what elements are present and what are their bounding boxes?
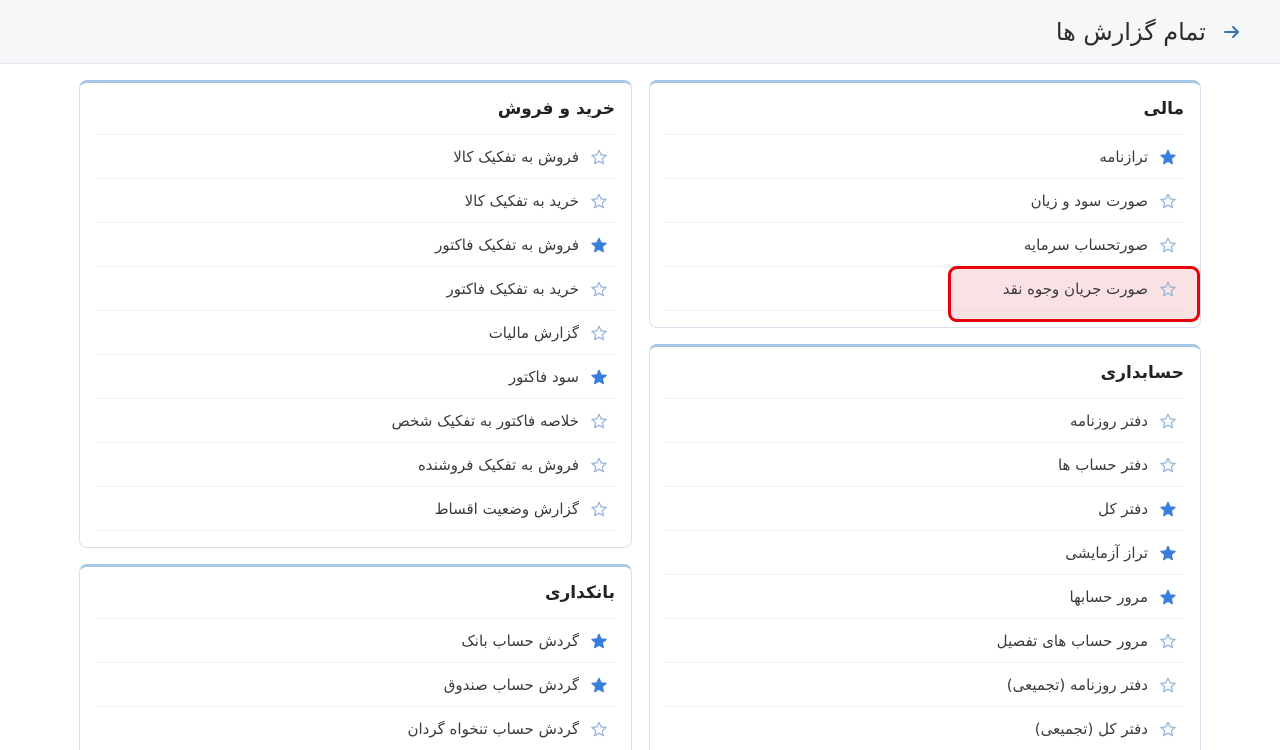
report-item-cash-box-turnover[interactable]: گردش حساب صندوق bbox=[96, 663, 615, 707]
star-filled-icon[interactable] bbox=[591, 677, 607, 693]
star-outline-icon[interactable] bbox=[1160, 457, 1176, 473]
report-item-label: ترازنامه bbox=[1099, 147, 1148, 166]
report-item-trial-balance[interactable]: تراز آزمایشی bbox=[666, 531, 1184, 575]
report-item-label: فروش به تفکیک فروشنده bbox=[417, 455, 579, 474]
star-filled-icon[interactable] bbox=[1160, 589, 1176, 605]
star-outline-icon[interactable] bbox=[591, 281, 607, 297]
report-item-label: تراز آزمایشی bbox=[1065, 543, 1148, 562]
report-item-label: فروش به تفکیک کالا bbox=[453, 147, 579, 166]
report-item-capital-statement[interactable]: صورتحساب سرمایه bbox=[666, 223, 1184, 267]
report-item-journal[interactable]: دفتر روزنامه bbox=[666, 399, 1184, 443]
card-title: حسابداری bbox=[666, 347, 1184, 399]
report-item-label: سود فاکتور bbox=[508, 367, 579, 386]
report-item-label: مرور حساب های تفصیل bbox=[996, 631, 1148, 650]
report-item-label: گزارش وضعیت اقساط bbox=[434, 499, 579, 518]
report-item-balance-sheet[interactable]: ترازنامه bbox=[666, 135, 1184, 179]
card-title: بانکداری bbox=[96, 567, 615, 619]
card-kharid-forosh: خرید و فروش فروش به تفکیک کالا خرید به ت… bbox=[79, 80, 632, 548]
star-outline-icon[interactable] bbox=[1160, 193, 1176, 209]
report-item-cash-flow[interactable]: صورت جریان وجوه نقد bbox=[666, 266, 1200, 322]
card-title: مالی bbox=[666, 83, 1184, 135]
report-item-tax-report[interactable]: گزارش مالیات bbox=[96, 311, 615, 355]
star-filled-icon[interactable] bbox=[591, 237, 607, 253]
report-item-sales-by-seller[interactable]: فروش به تفکیک فروشنده bbox=[96, 443, 615, 487]
star-outline-icon[interactable] bbox=[1160, 633, 1176, 649]
arrow-right-icon bbox=[1224, 25, 1239, 38]
report-item-general-ledger-aggregate[interactable]: دفتر کل (تجمیعی) bbox=[666, 707, 1184, 750]
star-outline-icon[interactable] bbox=[591, 501, 607, 517]
report-item-accounts-ledger[interactable]: دفتر حساب ها bbox=[666, 443, 1184, 487]
report-item-label: فروش به تفکیک فاکتور bbox=[435, 235, 579, 254]
star-filled-icon[interactable] bbox=[1160, 545, 1176, 561]
card-title: خرید و فروش bbox=[96, 83, 615, 135]
report-item-label: گزارش مالیات bbox=[488, 323, 579, 342]
report-item-label: دفتر حساب ها bbox=[1057, 455, 1148, 474]
back-button[interactable] bbox=[1220, 20, 1244, 44]
report-item-label: صورت سود و زیان bbox=[1030, 191, 1148, 210]
star-outline-icon[interactable] bbox=[591, 413, 607, 429]
report-item-label: صورت جریان وجوه نقد bbox=[1002, 279, 1148, 298]
report-item-label: خرید به تفکیک فاکتور bbox=[446, 279, 579, 298]
report-item-purchase-by-invoice[interactable]: خرید به تفکیک فاکتور bbox=[96, 267, 615, 311]
report-item-label: گردش حساب بانک bbox=[461, 631, 579, 650]
star-filled-icon[interactable] bbox=[1160, 149, 1176, 165]
report-item-purchase-by-product[interactable]: خرید به تفکیک کالا bbox=[96, 179, 615, 223]
report-item-profit-loss[interactable]: صورت سود و زیان bbox=[666, 179, 1184, 223]
star-outline-icon[interactable] bbox=[591, 457, 607, 473]
report-item-detail-accounts-review[interactable]: مرور حساب های تفصیل bbox=[666, 619, 1184, 663]
report-item-petty-cash-turnover[interactable]: گردش حساب تنخواه گردان bbox=[96, 707, 615, 750]
star-outline-icon[interactable] bbox=[1160, 413, 1176, 429]
report-item-accounts-review[interactable]: مرور حسابها bbox=[666, 575, 1184, 619]
report-item-label: خرید به تفکیک کالا bbox=[464, 191, 579, 210]
report-item-invoice-summary-by-person[interactable]: خلاصه فاکتور به تفکیک شخص bbox=[96, 399, 615, 443]
report-item-label: مرور حسابها bbox=[1069, 587, 1148, 606]
report-item-invoice-profit[interactable]: سود فاکتور bbox=[96, 355, 615, 399]
report-item-label: دفتر کل (تجمیعی) bbox=[1034, 719, 1148, 738]
star-filled-icon[interactable] bbox=[1160, 501, 1176, 517]
report-item-installments-status[interactable]: گزارش وضعیت اقساط bbox=[96, 487, 615, 531]
star-outline-icon[interactable] bbox=[1160, 677, 1176, 693]
star-outline-icon[interactable] bbox=[591, 193, 607, 209]
report-item-general-ledger[interactable]: دفتر کل bbox=[666, 487, 1184, 531]
star-outline-icon[interactable] bbox=[591, 721, 607, 737]
star-filled-icon[interactable] bbox=[591, 369, 607, 385]
report-item-bank-turnover[interactable]: گردش حساب بانک bbox=[96, 619, 615, 663]
report-item-label: دفتر روزنامه bbox=[1070, 411, 1148, 430]
report-item-label: گردش حساب صندوق bbox=[443, 675, 579, 694]
card-bankdari: بانکداری گردش حساب بانک گردش حساب صندوق … bbox=[79, 564, 632, 750]
page-header: تمام گزارش ها bbox=[0, 0, 1280, 64]
report-item-label: گردش حساب تنخواه گردان bbox=[407, 719, 580, 738]
star-outline-icon[interactable] bbox=[591, 325, 607, 341]
star-outline-icon[interactable] bbox=[1160, 721, 1176, 737]
star-filled-icon[interactable] bbox=[591, 633, 607, 649]
star-outline-icon[interactable] bbox=[1160, 237, 1176, 253]
report-item-journal-aggregate[interactable]: دفتر روزنامه (تجمیعی) bbox=[666, 663, 1184, 707]
card-hesabdari: حسابداری دفتر روزنامه دفتر حساب ها دفتر … bbox=[649, 344, 1201, 750]
report-item-label: خلاصه فاکتور به تفکیک شخص bbox=[391, 411, 579, 430]
report-item-label: صورتحساب سرمایه bbox=[1023, 235, 1148, 254]
star-outline-icon[interactable] bbox=[591, 149, 607, 165]
star-outline-icon[interactable] bbox=[1160, 281, 1176, 297]
report-item-sales-by-product[interactable]: فروش به تفکیک کالا bbox=[96, 135, 615, 179]
page-title: تمام گزارش ها bbox=[1055, 17, 1206, 46]
card-mali: مالی ترازنامه صورت سود و زیان صورتحساب س… bbox=[649, 80, 1201, 328]
report-item-label: دفتر کل bbox=[1098, 499, 1148, 518]
report-item-sales-by-invoice[interactable]: فروش به تفکیک فاکتور bbox=[96, 223, 615, 267]
report-item-label: دفتر روزنامه (تجمیعی) bbox=[1006, 675, 1148, 694]
